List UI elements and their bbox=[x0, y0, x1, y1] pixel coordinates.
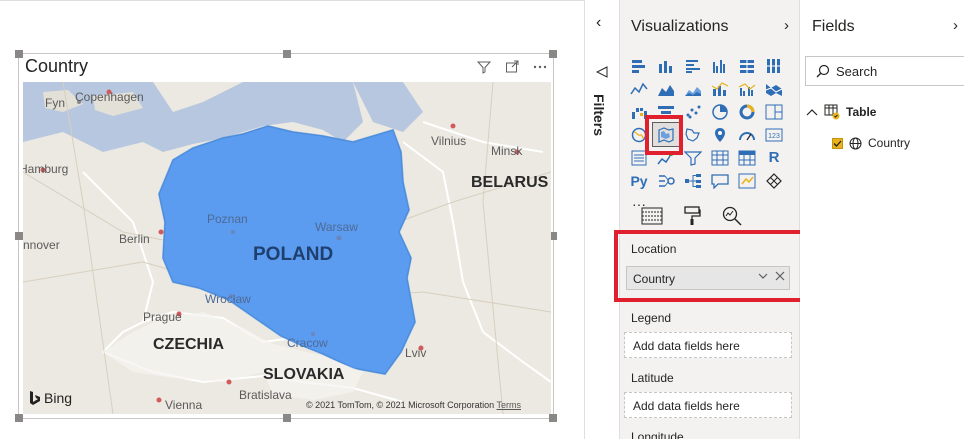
chevron-up-icon[interactable] bbox=[806, 107, 818, 117]
collapse-fields-icon[interactable]: › bbox=[953, 17, 958, 34]
visual-header-icons bbox=[475, 58, 549, 76]
filled-map-visual[interactable]: Country Fyn Copenhagen Hamburg Berlin nn… bbox=[15, 50, 557, 422]
100-column-chart-icon[interactable] bbox=[761, 54, 787, 77]
latitude-well-label: Latitude bbox=[631, 371, 674, 385]
legend-drop-zone[interactable]: Add data fields here bbox=[624, 332, 792, 358]
visualizations-title: Visualizations bbox=[631, 18, 729, 35]
bing-logo: Bing bbox=[29, 390, 72, 406]
resize-handle[interactable] bbox=[15, 232, 23, 240]
map-label-czechia: CZECHIA bbox=[153, 336, 225, 353]
more-options-icon[interactable] bbox=[531, 58, 549, 76]
map-label-belarus: BELARUS bbox=[471, 174, 549, 191]
key-influencers-icon[interactable] bbox=[653, 169, 679, 192]
map-label-warsaw: Warsaw bbox=[315, 220, 358, 234]
map-label-vilnius: Vilnius bbox=[431, 134, 467, 148]
map-label-poland: POLAND bbox=[253, 244, 334, 265]
qa-visual-icon[interactable] bbox=[707, 169, 733, 192]
resize-handle[interactable] bbox=[283, 414, 291, 422]
map-label-prague: Prague bbox=[143, 310, 182, 324]
map-label-berlin: Berlin bbox=[119, 232, 150, 246]
filter-icon[interactable] bbox=[475, 58, 493, 76]
visual-title: Country bbox=[25, 56, 89, 76]
fields-search-input[interactable]: Search bbox=[805, 56, 964, 86]
area-chart-icon[interactable] bbox=[653, 77, 679, 100]
resize-handle[interactable] bbox=[283, 50, 291, 58]
map-label-copenhagen: Copenhagen bbox=[75, 90, 144, 104]
fields-title: Fields bbox=[812, 18, 855, 35]
line-clustered-column-chart-icon[interactable] bbox=[734, 77, 760, 100]
decomposition-tree-icon[interactable] bbox=[680, 169, 706, 192]
chevron-left-icon[interactable]: ‹ bbox=[596, 14, 601, 32]
filled-map-highlight bbox=[645, 115, 683, 155]
map-attribution: © 2021 TomTom, © 2021 Microsoft Corporat… bbox=[305, 400, 522, 410]
chevron-right-icon[interactable]: › bbox=[784, 17, 789, 34]
gauge-icon[interactable] bbox=[734, 123, 760, 146]
table-node[interactable]: Table bbox=[806, 104, 876, 120]
svg-text:123: 123 bbox=[768, 133, 780, 140]
checkbox-checked[interactable] bbox=[832, 137, 843, 149]
pane-tabs bbox=[640, 204, 744, 228]
clustered-bar-chart-icon[interactable] bbox=[680, 54, 706, 77]
map-label-poznan: Poznan bbox=[207, 212, 248, 226]
r-script-visual-icon[interactable]: R bbox=[761, 146, 787, 169]
stacked-bar-chart-icon[interactable] bbox=[626, 54, 652, 77]
analytics-magnifier-icon[interactable] bbox=[720, 204, 744, 228]
100-bar-chart-icon[interactable] bbox=[734, 54, 760, 77]
resize-handle[interactable] bbox=[549, 414, 557, 422]
filter-pane-icon bbox=[595, 66, 608, 81]
stacked-column-chart-icon[interactable] bbox=[653, 54, 679, 77]
table-icon[interactable] bbox=[707, 146, 733, 169]
python-visual-icon[interactable]: Py bbox=[626, 169, 652, 192]
card-icon[interactable]: 123 bbox=[761, 123, 787, 146]
resize-handle[interactable] bbox=[15, 50, 23, 58]
filters-pane-collapsed[interactable]: ‹ Filters bbox=[584, 0, 620, 439]
line-column-chart-icon[interactable] bbox=[707, 77, 733, 100]
map-area[interactable]: Fyn Copenhagen Hamburg Berlin nnover Poz… bbox=[23, 82, 551, 414]
clustered-column-chart-icon[interactable] bbox=[707, 54, 733, 77]
map-label-hannover: nnover bbox=[23, 238, 60, 252]
globe-icon bbox=[849, 137, 862, 149]
map-label-lviv: Lviv bbox=[405, 346, 427, 360]
focus-mode-icon[interactable] bbox=[503, 58, 521, 76]
scatter-chart-icon[interactable] bbox=[680, 100, 706, 123]
longitude-well-label: Longitude bbox=[631, 430, 684, 439]
field-item-country[interactable]: Country bbox=[832, 136, 910, 150]
terms-link[interactable]: Terms bbox=[497, 400, 522, 410]
search-icon bbox=[816, 64, 830, 78]
format-paint-roller-icon[interactable] bbox=[680, 204, 704, 228]
map-label-wroclaw: Wrocław bbox=[205, 292, 251, 306]
resize-handle[interactable] bbox=[15, 414, 23, 422]
smart-narrative-icon[interactable] bbox=[734, 169, 760, 192]
treemap-icon[interactable] bbox=[761, 100, 787, 123]
power-apps-icon[interactable] bbox=[761, 169, 787, 192]
fields-tab-icon[interactable] bbox=[640, 204, 664, 228]
azure-map-icon[interactable] bbox=[707, 123, 733, 146]
donut-chart-icon[interactable] bbox=[734, 100, 760, 123]
location-well-highlight bbox=[614, 230, 810, 302]
ribbon-chart-icon[interactable] bbox=[761, 77, 787, 100]
map-label-slovakia: SLOVAKIA bbox=[263, 366, 345, 383]
slicer-icon[interactable] bbox=[680, 146, 706, 169]
map-label-cracow: Cracow bbox=[287, 336, 328, 350]
map-label-vienna: Vienna bbox=[165, 398, 203, 412]
fields-pane: Fields › Search Table Country bbox=[800, 0, 964, 439]
report-canvas: Country Fyn Copenhagen Hamburg Berlin nn… bbox=[0, 0, 584, 439]
filters-label[interactable]: Filters bbox=[591, 94, 607, 136]
legend-well-label: Legend bbox=[631, 311, 672, 325]
map-label-bratislava: Bratislava bbox=[239, 388, 292, 402]
map-label-hamburg: Hamburg bbox=[23, 162, 69, 176]
stacked-area-chart-icon[interactable] bbox=[680, 77, 706, 100]
latitude-drop-zone[interactable]: Add data fields here bbox=[624, 392, 792, 418]
map-label-minsk: Minsk bbox=[491, 144, 523, 158]
resize-handle[interactable] bbox=[549, 50, 557, 58]
table-icon bbox=[824, 104, 840, 120]
pie-chart-icon[interactable] bbox=[707, 100, 733, 123]
map-label-fyn: Fyn bbox=[45, 96, 66, 110]
matrix-icon[interactable] bbox=[734, 146, 760, 169]
line-chart-icon[interactable] bbox=[626, 77, 652, 100]
shape-map-icon[interactable] bbox=[680, 123, 706, 146]
bing-icon bbox=[30, 391, 40, 405]
